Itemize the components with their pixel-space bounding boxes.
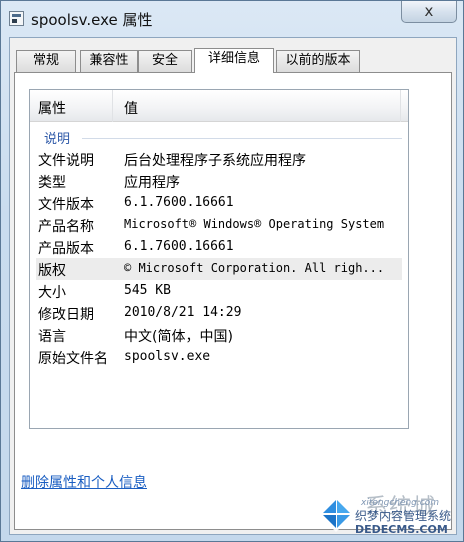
row-value: 2010/8/21 14:29 [124, 305, 242, 320]
list-header: 属性 值 [30, 90, 408, 122]
tab-compatibility[interactable]: 兼容性 [80, 50, 138, 72]
watermark-domain: DEDECMS.COM [355, 523, 448, 536]
list-row[interactable]: 大小 545 KB [36, 280, 402, 302]
watermark-caption: 织梦内容管理系统 [355, 509, 452, 523]
window-title: spoolsv.exe 属性 [31, 11, 153, 29]
row-value: 后台处理程序子系统应用程序 [124, 153, 306, 169]
tab-details[interactable]: 详细信息 [194, 48, 274, 73]
group-header-description: 说明 [44, 132, 71, 147]
list-row[interactable]: 产品版本 6.1.7600.16661 [36, 236, 402, 258]
properties-window: spoolsv.exe 属性 x 常规 兼容性 安全 详细信息 以前的版本 属性… [0, 0, 464, 542]
column-divider[interactable] [112, 90, 113, 122]
column-divider[interactable] [400, 90, 401, 122]
tab-general[interactable]: 常规 [16, 50, 76, 72]
app-window-icon [9, 11, 24, 26]
remove-properties-link[interactable]: 删除属性和个人信息 [21, 472, 147, 492]
dialog-client-area: 常规 兼容性 安全 详细信息 以前的版本 属性 值 说明 文件说明 后台处理程序… [9, 37, 457, 535]
list-row[interactable]: 语言 中文(简体，中国) [36, 324, 402, 346]
close-button[interactable]: x [401, 1, 457, 23]
details-panel: 属性 值 说明 文件说明 后台处理程序子系统应用程序 类型 应用程序 文件版本 [14, 72, 452, 530]
tab-security[interactable]: 安全 [138, 50, 192, 72]
row-key: 大小 [38, 285, 66, 301]
tab-strip: 常规 兼容性 安全 详细信息 以前的版本 [14, 48, 454, 73]
column-header-value[interactable]: 值 [124, 98, 138, 118]
row-key: 类型 [38, 175, 66, 191]
list-row[interactable]: 文件版本 6.1.7600.16661 [36, 192, 402, 214]
row-value: 545 KB [124, 283, 171, 298]
list-row[interactable]: 原始文件名 spoolsv.exe [36, 346, 402, 368]
row-key: 修改日期 [38, 307, 94, 323]
row-key: 产品版本 [38, 241, 94, 257]
list-row[interactable]: 产品名称 Microsoft® Windows® Operating Syste… [36, 214, 402, 236]
list-row[interactable]: 文件说明 后台处理程序子系统应用程序 [36, 148, 402, 170]
row-value: 6.1.7600.16661 [124, 195, 234, 210]
row-value: © Microsoft Corporation. All righ... [124, 261, 385, 275]
row-key: 原始文件名 [38, 351, 108, 367]
tab-previous-versions[interactable]: 以前的版本 [276, 50, 360, 72]
row-value: 6.1.7600.16661 [124, 239, 234, 254]
list-row-selected[interactable]: 版权 © Microsoft Corporation. All righ... [36, 258, 402, 280]
row-key: 文件版本 [38, 197, 94, 213]
list-row[interactable]: 类型 应用程序 [36, 170, 402, 192]
list-row[interactable]: 修改日期 2010/8/21 14:29 [36, 302, 402, 324]
row-value: 应用程序 [124, 175, 180, 191]
row-value: spoolsv.exe [124, 349, 211, 364]
row-value: Microsoft® Windows® Operating System [124, 217, 385, 231]
title-bar[interactable]: spoolsv.exe 属性 x [1, 1, 463, 37]
windows-logo-icon [318, 496, 354, 532]
properties-list[interactable]: 属性 值 说明 文件说明 后台处理程序子系统应用程序 类型 应用程序 文件版本 [29, 89, 409, 429]
row-value: 中文(简体，中国) [124, 329, 233, 345]
group-divider [82, 138, 402, 139]
column-header-property[interactable]: 属性 [38, 98, 66, 118]
row-key: 语言 [38, 329, 66, 345]
row-key: 版权 [38, 263, 66, 279]
row-key: 文件说明 [38, 153, 94, 169]
row-key: 产品名称 [38, 219, 94, 235]
